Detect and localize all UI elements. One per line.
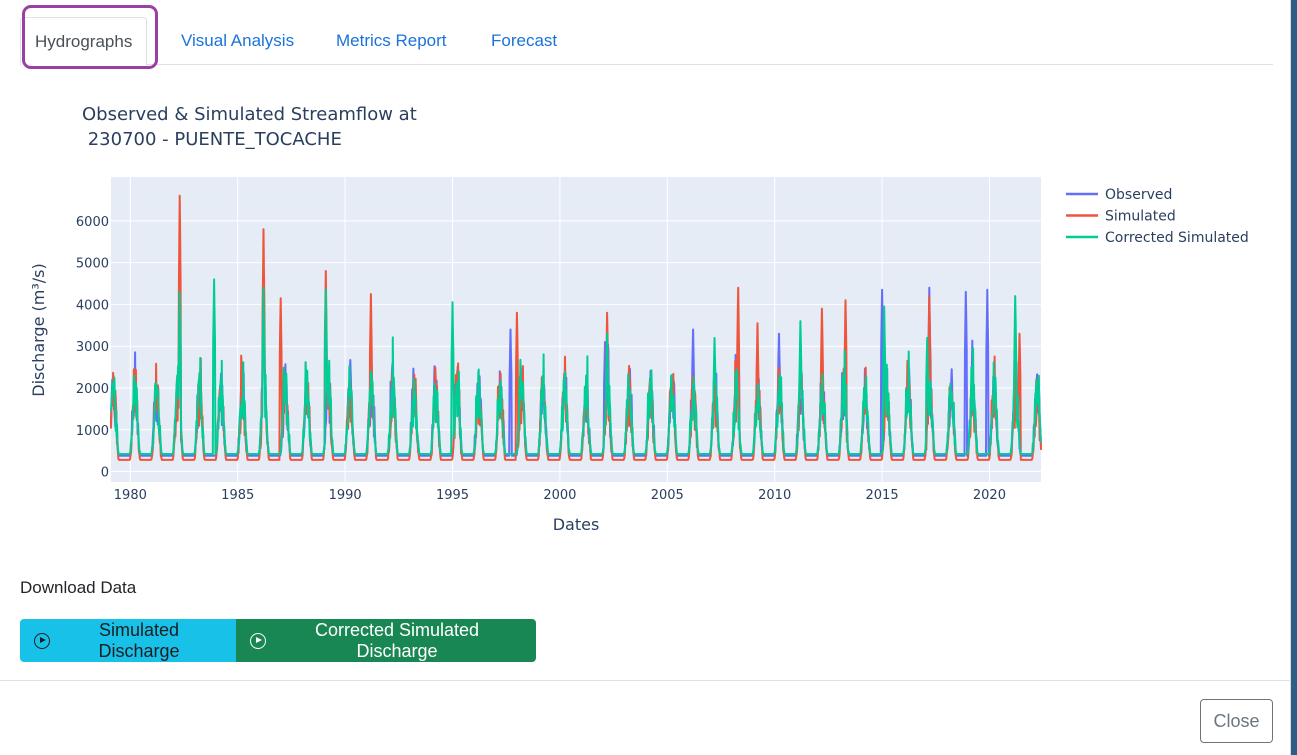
y-tick-label: 3000 <box>76 340 109 355</box>
y-axis-label: Discharge (m³/s) <box>29 263 48 396</box>
x-tick-label: 2000 <box>543 488 576 503</box>
x-tick-label: 1980 <box>114 488 147 503</box>
x-axis-label: Dates <box>553 515 600 534</box>
play-circle-icon <box>250 632 266 649</box>
y-tick-label: 4000 <box>76 298 109 313</box>
y-tick-label: 6000 <box>76 215 109 230</box>
close-button[interactable]: Close <box>1200 699 1273 743</box>
chart-title: Observed & Simulated Streamflow at 23070… <box>82 102 417 152</box>
chart-title-line2: 230700 - PUENTE_TOCACHE <box>82 129 342 150</box>
download-corrected-button[interactable]: Corrected Simulated Discharge <box>236 619 536 662</box>
x-tick-label: 2020 <box>973 488 1006 503</box>
download-simulated-button[interactable]: Simulated Discharge <box>20 619 236 662</box>
tab-bar: Hydrographs Visual Analysis Metrics Repo… <box>20 17 1273 66</box>
y-tick-label: 2000 <box>76 382 109 397</box>
download-simulated-label: Simulated Discharge <box>98 619 180 661</box>
modal-footer-divider <box>0 680 1291 681</box>
x-tick-label: 2015 <box>866 488 899 503</box>
play-circle-icon <box>34 632 50 649</box>
chart-title-line1: Observed & Simulated Streamflow at <box>82 104 417 125</box>
tab-visual-analysis[interactable]: Visual Analysis <box>181 17 294 63</box>
y-tick-label: 5000 <box>76 257 109 272</box>
chart-legend[interactable]: Observed Simulated Corrected Simulated <box>1066 187 1249 246</box>
x-tick-label: 1985 <box>221 488 254 503</box>
x-tick-label: 2010 <box>758 488 791 503</box>
tab-hydrographs[interactable]: Hydrographs <box>20 17 148 66</box>
legend-item[interactable]: Simulated <box>1105 209 1176 225</box>
tab-metrics-report[interactable]: Metrics Report <box>336 17 447 63</box>
tab-forecast[interactable]: Forecast <box>491 17 557 63</box>
hydrograph-chart[interactable]: 1980 1985 1990 1995 2000 2005 2010 2015 2020 0 10… <box>0 160 1291 540</box>
x-tick-label: 2005 <box>651 488 684 503</box>
download-corrected-label: Corrected Simulated Discharge <box>314 619 480 661</box>
download-data-label: Download Data <box>20 578 137 597</box>
y-tick-label: 1000 <box>76 424 109 439</box>
x-tick-label: 1995 <box>436 488 469 503</box>
plot-area <box>111 177 1041 482</box>
legend-item[interactable]: Observed <box>1105 187 1172 203</box>
legend-item[interactable]: Corrected Simulated <box>1105 230 1249 246</box>
x-tick-label: 1990 <box>329 488 362 503</box>
y-tick-label: 0 <box>101 466 109 481</box>
modal-dialog: Hydrographs Visual Analysis Metrics Repo… <box>0 0 1291 755</box>
